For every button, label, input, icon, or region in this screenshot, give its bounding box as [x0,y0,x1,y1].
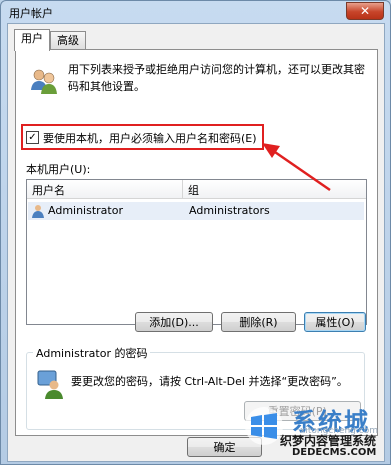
title-bar[interactable]: 用户帐户 ✕ [1,1,390,23]
user-accounts-window: 用户帐户 ✕ 用户 高级 用下列表来授予或拒绝用户访问您的计算机，还可以更改其密… [0,0,391,465]
password-change-text: 要更改您的密码，请按 Ctrl-Alt-Del 并选择“更改密码”。 [71,375,348,388]
require-password-checkbox[interactable]: ✓ [26,131,39,144]
user-name-cell: Administrator [48,204,123,217]
list-header: 用户名 组 [27,180,366,199]
tab-advanced[interactable]: 高级 [50,31,86,50]
tab-users[interactable]: 用户 [14,29,50,51]
windows-logo-icon [245,407,283,445]
description-text: 用下列表来授予或拒绝用户访问您的计算机，还可以更改其密码和其他设置。 [68,63,365,93]
local-users-label: 本机用户(U): [26,163,91,176]
column-header-group[interactable]: 组 [188,182,199,198]
user-group-cell: Administrators [189,204,270,217]
table-row[interactable]: Administrator Administrators [28,202,364,220]
user-icon [32,205,44,218]
add-user-button[interactable]: 添加(D)... [135,312,213,332]
column-header-username[interactable]: 用户名 [32,182,65,198]
users-tab-panel: 用下列表来授予或拒绝用户访问您的计算机，还可以更改其密码和其他设置。 ✓ 要使用… [15,49,378,436]
users-icon [31,69,57,94]
remove-user-button[interactable]: 删除(R) [221,312,296,332]
watermark-site: DEDECMS.COM [292,447,377,458]
close-button[interactable]: ✕ [346,2,384,20]
password-group-title: Administrator 的密码 [33,345,151,361]
require-password-label[interactable]: 要使用本机，用户必须输入用户名和密码(E) [43,130,257,146]
dialog-client-area: 用户 高级 用下列表来授予或拒绝用户访问您的计算机，还可以更改其密码和其他设置。… [7,23,385,462]
local-users-list[interactable]: 用户名 组 Administrator Administrators [26,179,367,325]
column-divider[interactable] [182,180,183,198]
user-password-icon [37,370,63,399]
properties-button[interactable]: 属性(O) [304,312,366,332]
window-title: 用户帐户 [9,7,53,20]
watermark: 系统城 xitongcheng.com 织梦内容管理系统 DEDECMS.COM [240,398,390,464]
